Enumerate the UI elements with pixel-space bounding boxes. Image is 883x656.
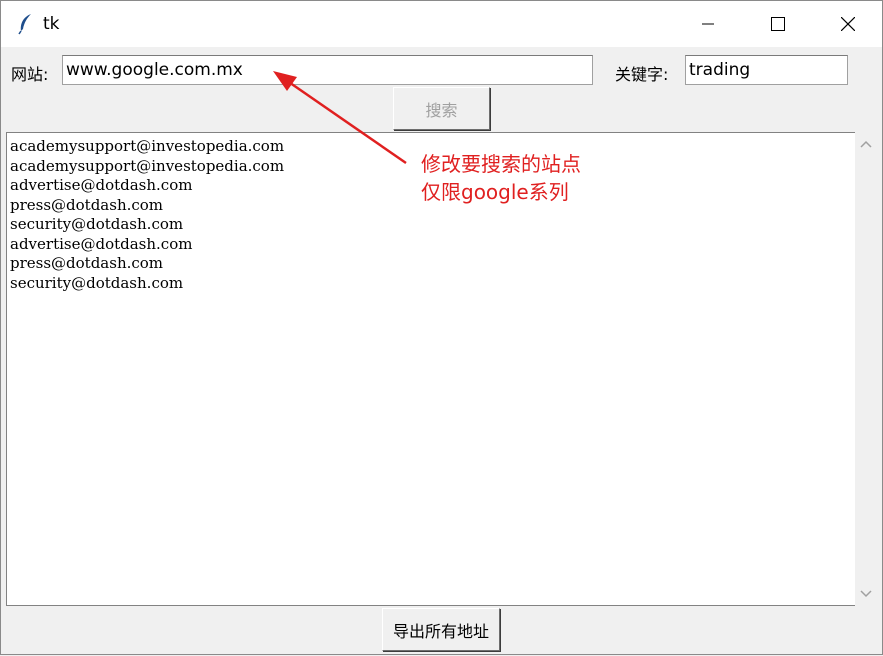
window-title: tk bbox=[43, 14, 60, 34]
chevron-up-icon bbox=[860, 140, 872, 148]
export-all-button[interactable]: 导出所有地址 bbox=[382, 608, 500, 651]
app-window: tk 网站: www.google.com.mx 关键字: trading 搜索… bbox=[0, 0, 883, 655]
annotation-line-2: 仅限google系列 bbox=[421, 180, 569, 204]
close-button[interactable] bbox=[813, 1, 883, 47]
maximize-icon bbox=[771, 17, 785, 31]
scroll-down-button[interactable] bbox=[855, 582, 877, 606]
title-bar[interactable]: tk bbox=[1, 1, 882, 47]
result-line: security@dotdash.com bbox=[10, 215, 184, 233]
search-button[interactable]: 搜索 bbox=[393, 87, 490, 130]
keyword-input[interactable]: trading bbox=[685, 55, 848, 85]
result-line: security@dotdash.com bbox=[10, 273, 184, 292]
maximize-button[interactable] bbox=[743, 1, 813, 47]
minimize-icon bbox=[702, 23, 714, 25]
site-label: 网站: bbox=[11, 65, 49, 84]
annotation-line-1: 修改要搜索的站点 bbox=[421, 152, 581, 176]
site-input[interactable]: www.google.com.mx bbox=[62, 55, 593, 85]
vertical-scrollbar[interactable] bbox=[855, 132, 877, 606]
result-line: advertise@dotdash.com bbox=[10, 234, 193, 253]
close-icon bbox=[841, 17, 855, 31]
minimize-button[interactable] bbox=[673, 1, 743, 47]
scroll-up-button[interactable] bbox=[855, 132, 877, 156]
keyword-label: 关键字: bbox=[615, 65, 669, 84]
chevron-down-icon bbox=[860, 590, 872, 598]
result-line: press@dotdash.com bbox=[10, 254, 164, 272]
annotation-note: 修改要搜索的站点 仅限google系列 bbox=[421, 150, 581, 206]
feather-icon bbox=[17, 13, 35, 35]
